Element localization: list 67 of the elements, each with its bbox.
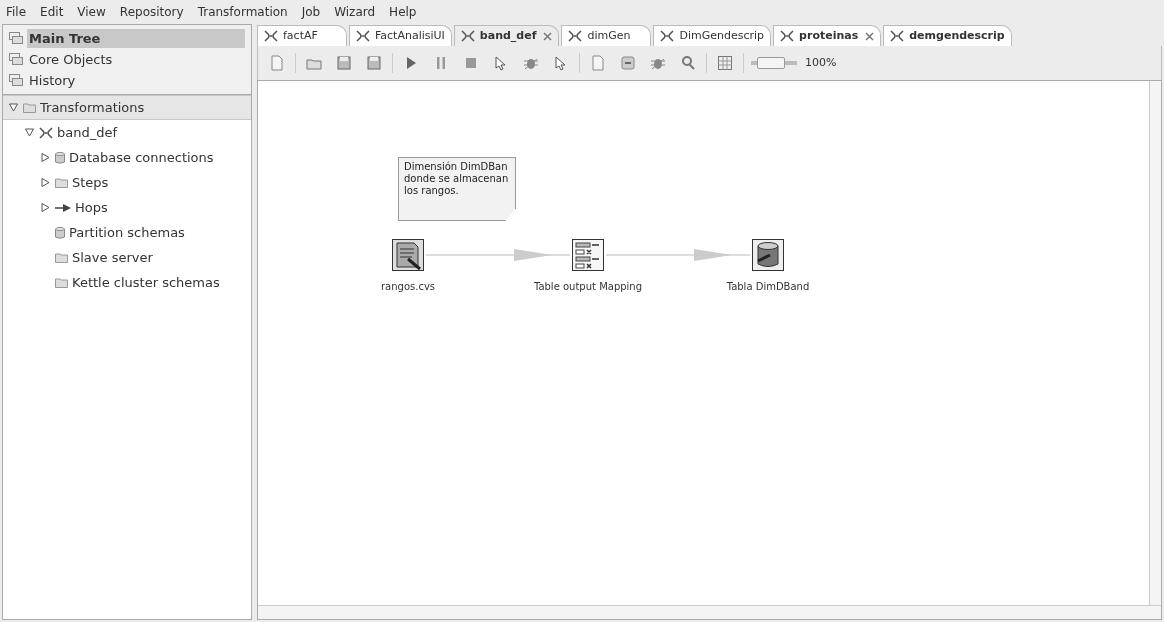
note: Dimensión DimDBan donde se almacenan los rangos. <box>398 157 516 221</box>
vertical-scrollbar[interactable] <box>1149 81 1161 605</box>
zoom-value: 100% <box>805 54 837 71</box>
folder-icon <box>55 252 68 263</box>
folder-icon <box>55 177 68 188</box>
step-label: Tabla DimDBand <box>726 280 810 294</box>
collapsed-arrow-icon[interactable] <box>40 203 50 212</box>
horizontal-scrollbar[interactable] <box>258 605 1161 619</box>
expanded-arrow-icon[interactable] <box>24 128 34 137</box>
transformation-icon <box>39 126 53 139</box>
tree-item[interactable]: Partition schemas <box>3 220 251 245</box>
transformation-icon <box>264 30 278 42</box>
folder-icon <box>23 102 36 113</box>
stop-icon[interactable] <box>463 55 479 71</box>
transformation-icon <box>460 30 475 42</box>
menu-item[interactable]: Repository <box>119 3 184 21</box>
magnifier-icon[interactable] <box>680 55 696 71</box>
tree-item[interactable]: band_def <box>3 120 251 145</box>
expanded-arrow-icon[interactable] <box>8 103 18 112</box>
menu-item[interactable]: Transformation <box>197 3 288 21</box>
collapsed-arrow-icon[interactable] <box>40 178 50 187</box>
editor-tab[interactable]: FactAnalisiUI <box>349 25 452 46</box>
zoom-slider[interactable] <box>751 57 797 69</box>
menu-item[interactable]: Wizard <box>334 3 376 21</box>
tree-item[interactable]: Database connections <box>3 145 251 170</box>
close-icon[interactable] <box>543 31 553 41</box>
grid-icon[interactable] <box>717 55 733 71</box>
stack-icon <box>9 53 23 66</box>
view-tab[interactable]: Core Objects <box>3 49 251 70</box>
editor-tab[interactable]: proteinas <box>773 25 882 46</box>
tree-item[interactable]: Steps <box>3 170 251 195</box>
step-label: Table output Mapping <box>533 280 643 294</box>
stack-icon <box>9 74 23 87</box>
editor-tab[interactable]: DimGendescrip <box>653 25 772 46</box>
transformation-icon <box>568 30 583 42</box>
tree-item[interactable]: Kettle cluster schemas <box>3 270 251 295</box>
view-tab[interactable]: History <box>3 70 251 91</box>
editor-tab[interactable]: demgendescrip <box>883 25 1012 46</box>
stack-icon <box>9 32 23 45</box>
save-icon[interactable] <box>366 55 382 71</box>
tree-item[interactable]: Hops <box>3 195 251 220</box>
close-icon[interactable] <box>865 31 875 41</box>
menu-item[interactable]: Help <box>389 3 417 21</box>
transformation-icon <box>780 30 795 42</box>
new-file-icon[interactable] <box>269 55 285 71</box>
database-step-icon[interactable] <box>752 239 784 271</box>
tree-item[interactable]: Transformations <box>3 95 251 120</box>
mapping-step-icon[interactable] <box>572 239 604 271</box>
transformation-icon <box>660 30 675 42</box>
slider-thumb[interactable] <box>757 57 786 69</box>
editor-tab[interactable]: dimGen <box>561 25 652 46</box>
arrow-icon <box>55 203 71 212</box>
collapsed-arrow-icon[interactable] <box>40 153 50 162</box>
tree-item[interactable]: Slave server <box>3 245 251 270</box>
menu-item[interactable]: Job <box>301 3 321 21</box>
transformation-icon <box>356 30 370 42</box>
new-file-icon[interactable] <box>590 55 606 71</box>
step-label: rangos.cvs <box>380 280 436 294</box>
menu-item[interactable]: File <box>6 3 27 21</box>
editor-tab[interactable]: band_def <box>453 25 560 46</box>
document-step-icon[interactable] <box>392 239 424 271</box>
save-icon[interactable] <box>336 55 352 71</box>
folder-icon <box>55 277 68 288</box>
editor-tab[interactable]: factAF <box>257 25 347 46</box>
menu-item[interactable]: Edit <box>40 3 64 21</box>
menu-item[interactable]: View <box>77 3 106 21</box>
transformation-icon <box>890 30 905 42</box>
